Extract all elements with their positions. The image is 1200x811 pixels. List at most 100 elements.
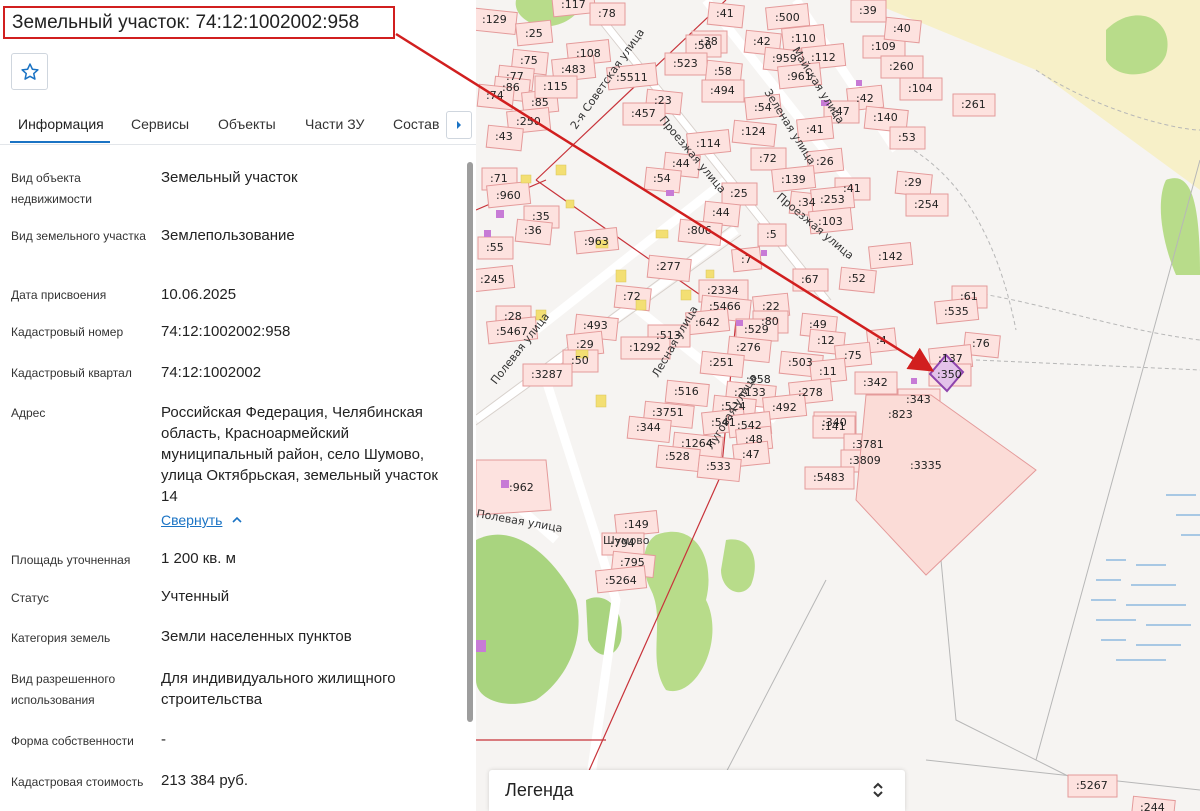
address-label: Адрес	[11, 406, 46, 420]
cadastral-number-label: Кадастровый номер	[11, 325, 124, 339]
chevron-up-icon[interactable]	[231, 515, 243, 525]
assigned-date-label: Дата присвоения	[11, 288, 107, 302]
parcel-label: :49	[809, 318, 827, 331]
parcel-label: :140	[873, 111, 898, 124]
parcel-label: :277	[656, 260, 681, 273]
parcel-label: :75	[520, 54, 538, 67]
parcel-label: :39	[859, 4, 877, 17]
parcel-label: :141	[821, 420, 846, 433]
parcel-type-value: Землепользование	[161, 227, 295, 244]
parcel-label: :26	[816, 155, 834, 168]
forest-area	[476, 534, 579, 704]
page-title: Земельный участок: 74:12:1002002:958	[3, 6, 395, 39]
parcel-label: :260	[889, 60, 914, 73]
parcel-label: :11	[819, 365, 837, 378]
parcel-label: :112	[811, 51, 836, 64]
parcel-label: :2334	[707, 284, 739, 297]
status-label: Статус	[11, 591, 49, 605]
parcel-label: :124	[741, 125, 766, 138]
map-canvas[interactable]: :117:78:41:500:39:129:25:38:42:110:109:4…	[476, 0, 1200, 811]
parcel-label: :36	[524, 224, 542, 237]
legend-panel[interactable]: Легенда	[489, 770, 905, 811]
parcel-label: :806	[687, 224, 712, 237]
parcel-label: :3335	[910, 459, 942, 472]
cadastral-map[interactable]: :117:78:41:500:39:129:25:38:42:110:109:4…	[476, 0, 1200, 811]
favorite-button[interactable]	[11, 53, 48, 90]
parcel-label: :253	[820, 193, 845, 206]
land-category-label: Категория земель	[11, 631, 111, 645]
parcel-label: :3781	[852, 438, 884, 451]
parcel-label: :278	[798, 386, 823, 399]
parcel-label: :58	[714, 65, 732, 78]
parcel-label: :823	[888, 408, 913, 421]
tab-parcel-parts[interactable]: Части ЗУ	[305, 116, 364, 132]
parcel-label: :56	[694, 39, 712, 52]
parcel-label: :41	[716, 7, 734, 20]
parcel-label: :149	[624, 518, 649, 531]
tab-objects[interactable]: Объекты	[218, 116, 276, 132]
permitted-use-label: Вид разрешенного использования	[11, 672, 116, 707]
permitted-use-value: Для индивидуального жилищного строительс…	[161, 670, 396, 708]
parcel-label: :457	[631, 107, 656, 120]
parcel-label: :139	[781, 173, 806, 186]
land-category-value: Земли населенных пунктов	[161, 628, 352, 645]
parcel-label: :110	[791, 32, 816, 45]
parcel-5483[interactable]	[855, 394, 1037, 576]
parcel-label: :244	[1140, 801, 1165, 811]
parcel-label: :86	[502, 81, 520, 94]
active-tab-indicator	[10, 141, 110, 143]
status-value: Учтенный	[161, 588, 230, 605]
parcel-label: :529	[744, 323, 769, 336]
parcel-label: :3287	[531, 368, 563, 381]
parcel-label: :85	[531, 96, 549, 109]
parcel-label: :28	[504, 310, 522, 323]
parcel-label: :4	[876, 334, 887, 347]
parcel-label: :494	[710, 84, 735, 97]
parcel-label: :503	[788, 356, 813, 369]
parcel-label: :5267	[1076, 779, 1108, 792]
parcel-label: :41	[843, 182, 861, 195]
parcel-label: :117	[561, 0, 586, 11]
panel-scrollbar[interactable]	[467, 162, 473, 722]
parcel-label: :52	[848, 272, 866, 285]
parcel-label: :963	[584, 235, 609, 248]
parcel-label: :542	[737, 419, 762, 432]
parcel-label: :72	[623, 290, 641, 303]
address-value: Российская Федерация, Челябинская област…	[161, 404, 438, 505]
parcel-label: :960	[496, 189, 521, 202]
parcel-label: :254	[914, 198, 939, 211]
parcel-label: :43	[495, 130, 513, 143]
caret-right-icon	[457, 121, 461, 129]
ownership-label: Форма собственности	[11, 734, 134, 748]
parcel-label: :7	[741, 253, 752, 266]
tabs-scroll-right-button[interactable]	[446, 111, 472, 139]
expand-collapse-icon[interactable]	[871, 780, 885, 800]
parcel-label: :44	[672, 157, 690, 170]
collapse-address-link[interactable]: Свернуть	[161, 512, 222, 528]
parcel-label: :500	[775, 11, 800, 24]
parcel-label: :29	[904, 176, 922, 189]
parcel-label: :22	[762, 300, 780, 313]
parcel-label: :61	[960, 290, 978, 303]
parcel-label: :44	[712, 206, 730, 219]
parcel-label: :50	[571, 354, 589, 367]
ownership-value: -	[161, 731, 166, 748]
parcel-label: :25	[730, 187, 748, 200]
cadastral-number-value: 74:12:1002002:958	[161, 323, 291, 340]
parcel-label: :47	[742, 448, 760, 461]
tab-composition[interactable]: Состав	[393, 116, 439, 132]
parcel-label: :5264	[605, 574, 637, 587]
parcel-label: :12	[817, 334, 835, 347]
parcel-label: :492	[772, 401, 797, 414]
parcel-label: :350	[937, 368, 962, 381]
water-area	[1091, 494, 1200, 661]
parcel-label: :25	[525, 27, 543, 40]
tab-services[interactable]: Сервисы	[131, 116, 189, 132]
parcel-label: :75	[844, 349, 862, 362]
parcel-label: :114	[696, 137, 721, 150]
parcel-label: :245	[480, 273, 505, 286]
parcel-label: :53	[898, 131, 916, 144]
area-label: Площадь уточненная	[11, 553, 131, 567]
parcel-label: :42	[753, 35, 771, 48]
tab-information[interactable]: Информация	[18, 116, 104, 132]
